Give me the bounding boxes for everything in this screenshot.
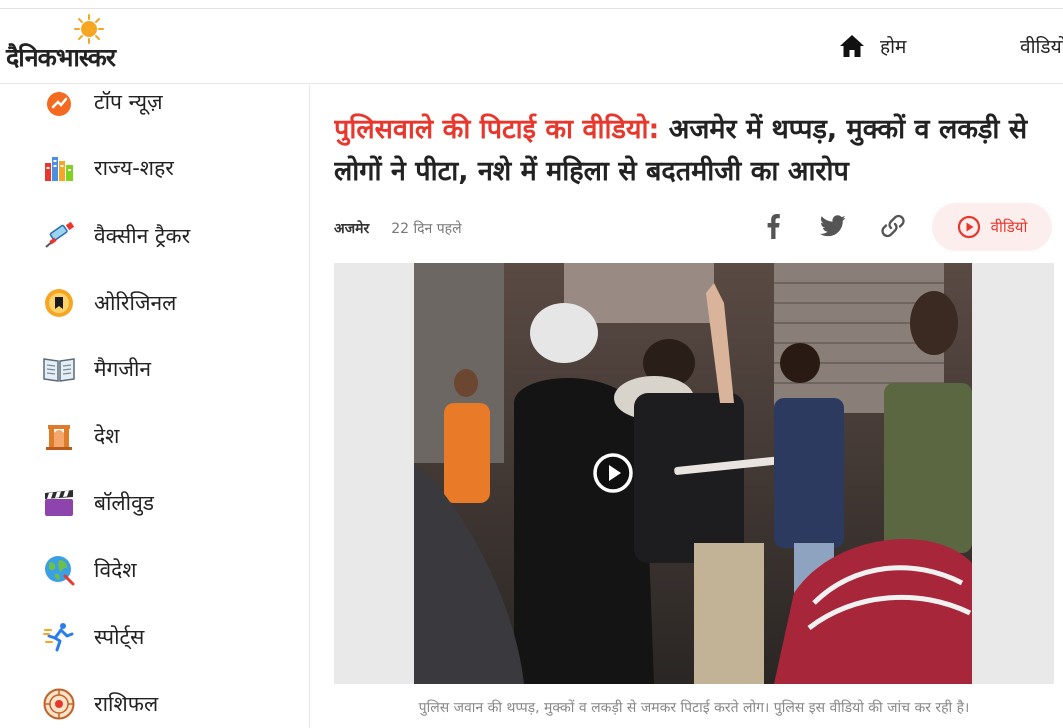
sidebar-item-vaccine-tracker[interactable]: वैक्सीन ट्रैकर [42, 216, 190, 256]
sidebar-item-foreign[interactable]: विदेश [42, 550, 137, 590]
top-divider [0, 8, 1063, 9]
article-time: 22 दिन पहले [391, 220, 462, 237]
sidebar-item-sports[interactable]: स्पोर्ट्स [42, 617, 144, 657]
original-badge-icon [42, 286, 76, 320]
video-frame[interactable] [414, 263, 972, 684]
sidebar-item-label: बॉलीवुड [94, 491, 155, 515]
video-button-label: वीडियो [990, 218, 1028, 236]
sidebar-item-country[interactable]: देश [42, 416, 119, 456]
sidebar-item-label: मैगजीन [94, 357, 152, 381]
runner-icon [42, 620, 76, 654]
sidebar-item-horoscope[interactable]: राशिफल [42, 684, 158, 724]
logo-text: दैनिकभास्कर [6, 43, 116, 72]
sidebar-item-top-news[interactable]: टॉप न्यूज़ [42, 85, 163, 122]
nav-video-label: वीडियो [1020, 36, 1063, 58]
video-button[interactable]: वीडियो [932, 203, 1052, 251]
article-city[interactable]: अजमेर [334, 219, 369, 238]
sidebar-item-label: स्पोर्ट्स [94, 625, 145, 649]
play-circle-icon [957, 215, 980, 239]
video-player[interactable] [334, 263, 1054, 684]
sidebar: टॉप न्यूज़ राज्य-शहर वैक्सीन ट्रैकर ओरिज… [0, 85, 310, 728]
home-icon [840, 35, 864, 57]
top-header: दैनिकभास्कर होम वीडियो [0, 0, 1063, 84]
nav-home-label: होम [880, 36, 907, 58]
video-thumbnail [414, 263, 972, 684]
sidebar-item-label: राशिफल [94, 692, 159, 716]
city-buildings-icon [42, 151, 76, 185]
sidebar-item-label: टॉप न्यूज़ [94, 90, 163, 114]
twitter-icon[interactable] [818, 205, 848, 247]
headline-highlight: पुलिसवाले की पिटाई का वीडियो: [334, 114, 660, 145]
india-gate-icon [42, 419, 76, 453]
sidebar-item-label: राज्य-शहर [94, 156, 174, 180]
sidebar-item-label: ओरिजिनल [94, 291, 177, 315]
nav-home[interactable]: होम [838, 30, 906, 62]
article: पुलिसवाले की पिटाई का वीडियो: अजमेर में … [334, 85, 1063, 728]
play-icon[interactable] [592, 452, 634, 494]
sidebar-item-state-city[interactable]: राज्य-शहर [42, 148, 174, 188]
magazine-icon [42, 352, 76, 386]
syringe-icon [42, 219, 76, 253]
nav-video[interactable]: वीडियो [1012, 30, 1063, 62]
sidebar-item-original[interactable]: ओरिजिनल [42, 283, 176, 323]
zodiac-icon [42, 687, 76, 721]
globe-icon [42, 553, 76, 587]
sidebar-item-label: देश [94, 424, 120, 448]
share-bar [758, 205, 908, 247]
link-icon[interactable] [878, 205, 908, 247]
facebook-icon[interactable] [758, 205, 788, 247]
sidebar-item-label: वैक्सीन ट्रैकर [94, 224, 191, 248]
sidebar-item-magazine[interactable]: मैगजीन [42, 349, 151, 389]
article-headline[interactable]: पुलिसवाले की पिटाई का वीडियो: अजमेर में … [334, 109, 1054, 193]
article-meta: अजमेर 22 दिन पहले [334, 216, 462, 240]
site-logo[interactable]: दैनिकभास्कर [6, 14, 176, 78]
fire-icon [42, 85, 76, 119]
sidebar-item-label: विदेश [94, 558, 137, 582]
sidebar-item-bollywood[interactable]: बॉलीवुड [42, 483, 154, 523]
clapperboard-icon [42, 486, 76, 520]
video-caption: पुलिस जवान की थप्पड़, मुक्कों व लकड़ी से… [418, 700, 970, 716]
